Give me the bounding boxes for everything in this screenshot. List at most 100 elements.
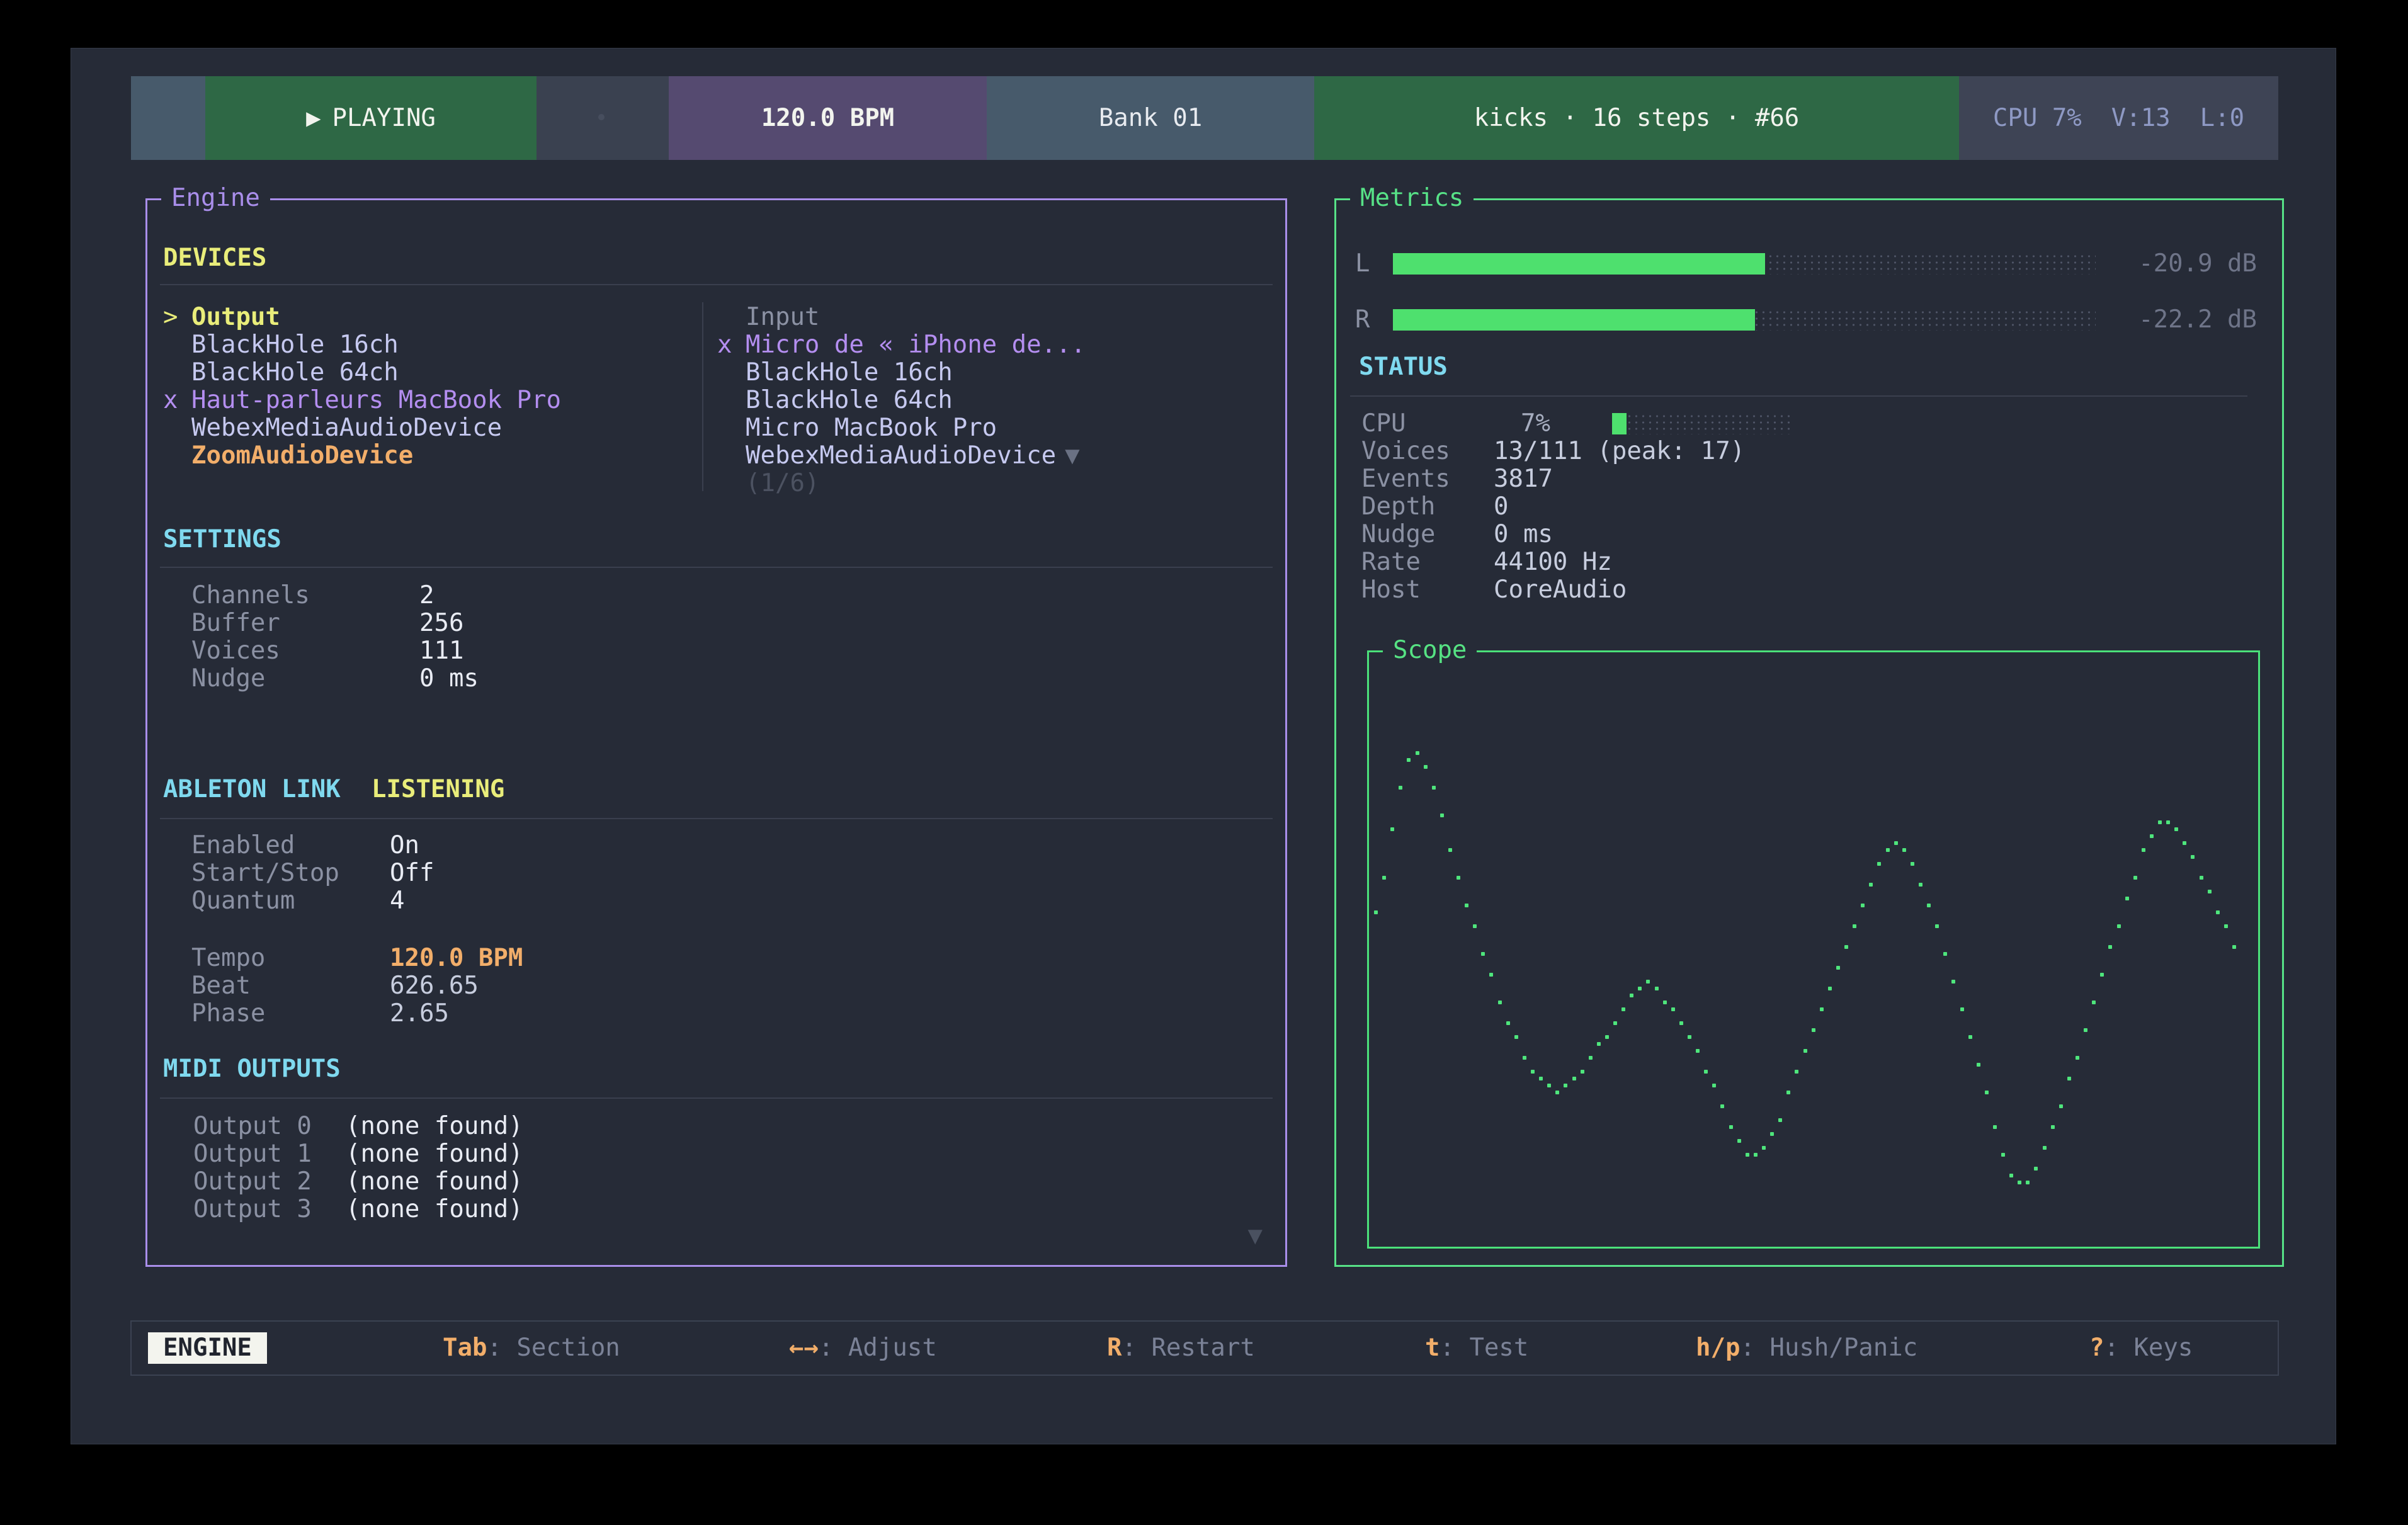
scope-sample-dot [1523,1056,1526,1060]
scope-panel: Scope [1367,650,2260,1249]
scope-sample-dot [2150,834,2154,838]
scroll-down-icon[interactable]: ▼ [1248,1222,1263,1250]
scope-sample-dot [1671,1007,1675,1011]
setting-row-buffer: Buffer256 [191,609,463,637]
scope-sample-dot [1778,1118,1782,1122]
device-item[interactable]: WebexMediaAudioDevice▼ [717,442,1086,470]
scope-sample-dot [1762,1146,1766,1150]
bank-display[interactable]: Bank 01 [987,76,1314,160]
scope-sample-dot [1746,1153,1749,1157]
shortcut-test: t: Test [1425,1322,1528,1375]
scope-sample-dot [1465,904,1468,907]
scope-panel-title: Scope [1383,637,1477,664]
link-row-quantum: Quantum4 [191,887,404,915]
scope-sample-dot [2067,1077,2071,1080]
device-item[interactable]: BlackHole 64ch [163,359,561,387]
engine-panel: Engine DEVICES >Output BlackHole 16ch Bl… [145,198,1287,1267]
scope-sample-dot [2108,945,2112,949]
scope-sample-dot [1951,980,1955,984]
device-item-output-header[interactable]: >Output [163,303,561,331]
beat-indicator-dot [598,114,605,120]
device-item[interactable]: BlackHole 16ch [163,331,561,359]
scope-sample-dot [1869,883,1873,887]
scope-sample-dot [2018,1181,2021,1184]
shortcut-adjust: ←→: Adjust [789,1322,937,1375]
pattern-display[interactable]: kicks · 16 steps · #66 [1314,76,1959,160]
scope-sample-dot [1547,1084,1551,1087]
cpu-voices-stats: CPU 7% V:13 L:0 [1959,76,2278,160]
link-row-phase: Phase2.65 [191,1000,449,1028]
device-item-highlighted[interactable]: ZoomAudioDevice [163,442,561,470]
bpm-display[interactable]: 120.0 BPM [669,76,987,160]
meter-channel-label: L [1355,250,1370,278]
scope-sample-dot [1448,848,1452,852]
scope-sample-dot [1828,987,1832,990]
scope-sample-dot [2224,924,2228,928]
link-status-badge: LISTENING [372,776,504,803]
scope-sample-dot [1985,1091,1989,1094]
scope-sample-dot [1712,1084,1716,1087]
input-device-list: Input xMicro de « iPhone de... BlackHole… [717,303,1086,497]
beat-segment [537,76,669,160]
selection-caret-icon: > [163,303,191,331]
ableton-link-heading: ABLETON LINK [163,776,341,803]
meter-channel-label: R [1355,306,1370,334]
scope-sample-dot [1877,862,1881,866]
cpu-meter-fill [1612,413,1627,434]
status-heading: STATUS [1359,353,1448,381]
meter-db-value: -20.9 dB [2138,250,2257,278]
scope-waveform [1374,668,2236,1231]
scope-sample-dot [1432,786,1436,790]
setting-row-channels: Channels2 [191,582,434,609]
scope-sample-dot [1390,827,1394,831]
scope-sample-dot [2133,876,2137,880]
settings-divider [160,567,1273,568]
shortcut-hush-panic: h/p: Hush/Panic [1696,1322,1917,1375]
scope-sample-dot [2232,945,2236,949]
device-marker [717,442,746,470]
scope-sample-dot [1646,980,1650,984]
scope-sample-dot [2092,1001,2096,1004]
device-marker [163,359,191,387]
app-window: ▶PLAYING 120.0 BPM Bank 01 kicks · 16 st… [71,48,2336,1444]
engine-panel-title: Engine [161,184,270,212]
scope-sample-dot [1786,1091,1790,1094]
device-item-active[interactable]: xMicro de « iPhone de... [717,331,1086,359]
scope-sample-dot [1374,910,1378,914]
cpu-meter-track [1612,413,1795,434]
device-marker [717,414,746,442]
output-device-list: >Output BlackHole 16ch BlackHole 64ch xH… [163,303,561,470]
scope-sample-dot [2200,876,2203,880]
scope-sample-dot [2051,1125,2055,1129]
device-item[interactable]: BlackHole 16ch [717,359,1086,387]
link-row-tempo: Tempo120.0 BPM [191,944,523,972]
top-status-bar: ▶PLAYING 120.0 BPM Bank 01 kicks · 16 st… [131,76,2278,160]
scope-sample-dot [1539,1077,1543,1080]
scope-sample-dot [2026,1181,2030,1184]
midi-row-3: Output 3(none found) [193,1196,523,1223]
chevron-down-icon[interactable]: ▼ [1065,442,1079,470]
scope-sample-dot [1621,1007,1625,1011]
scope-sample-dot [2142,848,2145,852]
link-row-beat: Beat626.65 [191,972,479,1000]
device-item-active[interactable]: xHaut-parleurs MacBook Pro [163,387,561,414]
device-item[interactable]: WebexMediaAudioDevice [163,414,561,442]
scope-sample-dot [1844,945,1848,949]
device-item-input-header[interactable]: Input [717,303,1086,331]
scope-sample-dot [2034,1167,2038,1171]
device-item[interactable]: Micro MacBook Pro [717,414,1086,442]
left-right-arrows-icon: ←→ [789,1334,819,1362]
device-marker [717,387,746,414]
scope-sample-dot [1770,1132,1774,1136]
level-meter-right: R -22.2 dB [1336,306,2282,334]
scope-sample-dot [1993,1125,1997,1129]
devices-heading: DEVICES [163,244,266,272]
scope-sample-dot [2183,841,2186,845]
scope-sample-dot [2043,1146,2047,1150]
transport-status[interactable]: ▶PLAYING [205,76,537,160]
device-item[interactable]: BlackHole 64ch [717,387,1086,414]
scope-sample-dot [1506,1021,1510,1025]
link-divider [160,818,1273,819]
midi-outputs-heading: MIDI OUTPUTS [163,1055,341,1083]
scope-sample-dot [1927,904,1931,907]
